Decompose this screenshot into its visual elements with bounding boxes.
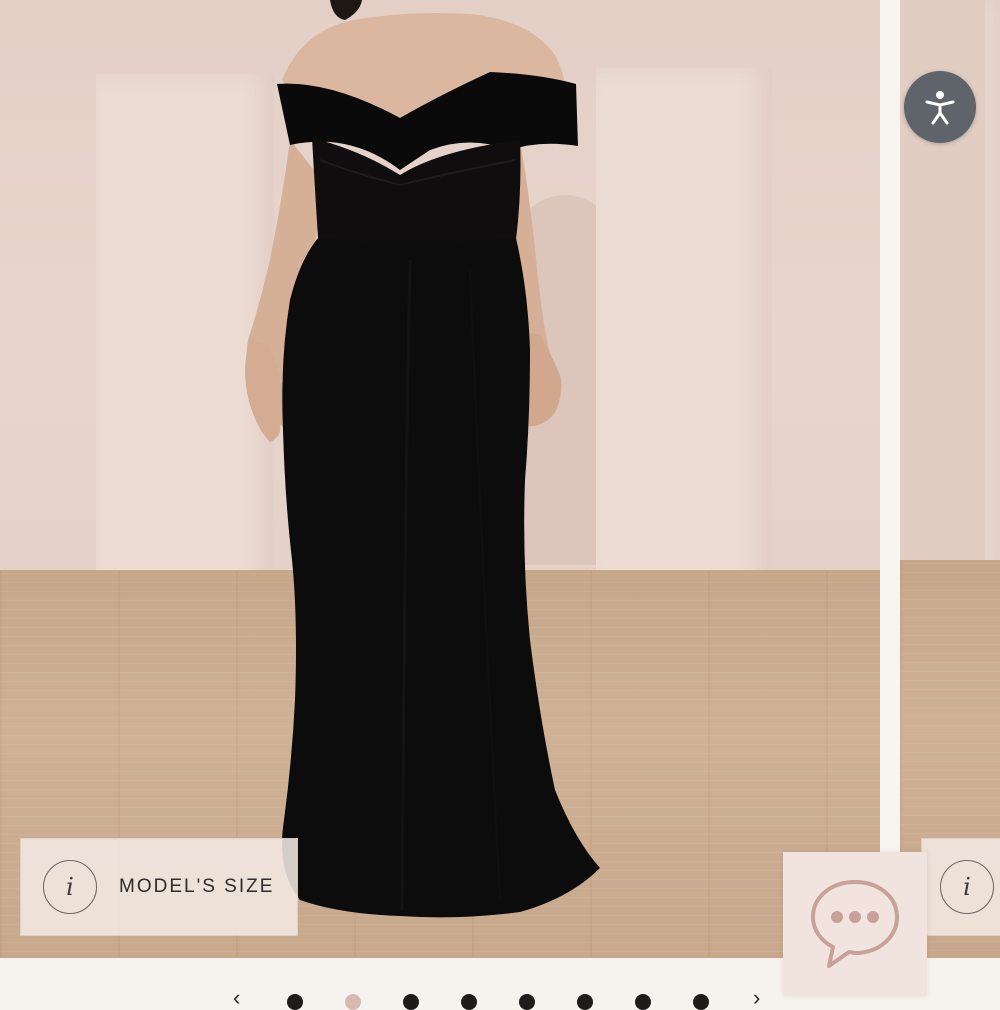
info-icon: i: [940, 860, 994, 914]
chat-icon: [811, 880, 899, 968]
pagination-dot-active[interactable]: [345, 994, 361, 1010]
chevron-left-icon[interactable]: ‹: [233, 987, 240, 1009]
gallery-gutter: [880, 0, 900, 958]
pagination-dot[interactable]: [461, 994, 477, 1010]
pagination-dot[interactable]: [519, 994, 535, 1010]
accessibility-button[interactable]: [904, 71, 976, 143]
product-image-main[interactable]: [0, 0, 880, 958]
pagination-dot[interactable]: [577, 994, 593, 1010]
model-size-button-next[interactable]: i: [921, 838, 1000, 936]
pagination-dot[interactable]: [403, 994, 419, 1010]
pagination-dot[interactable]: [635, 994, 651, 1010]
backdrop-pillar-next: [985, 0, 1000, 580]
model-size-button[interactable]: i MODEL'S SIZE: [20, 838, 298, 936]
pagination-dot[interactable]: [287, 994, 303, 1010]
accessibility-icon: [925, 91, 955, 125]
model-size-label: MODEL'S SIZE: [119, 876, 275, 897]
chevron-right-icon[interactable]: ›: [753, 987, 760, 1009]
product-image-next[interactable]: [900, 0, 1000, 958]
chat-button[interactable]: [783, 852, 927, 996]
info-icon: i: [43, 860, 97, 914]
model-in-dress: [245, 0, 600, 918]
gallery-pagination: ‹ ›: [225, 987, 785, 1010]
pagination-dot[interactable]: [693, 994, 709, 1010]
